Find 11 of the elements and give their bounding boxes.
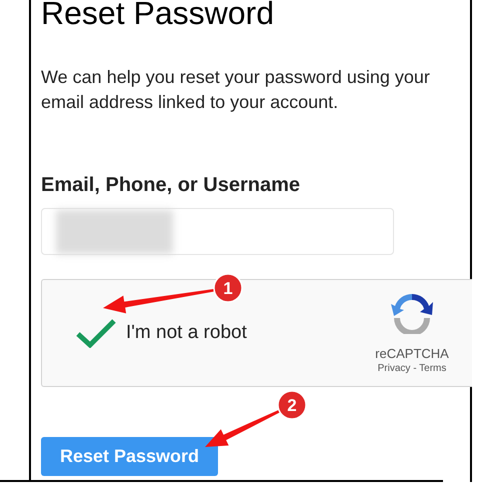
callout-badge <box>277 390 307 420</box>
callout-number: 1 <box>223 279 233 298</box>
captcha-links[interactable]: Privacy - Terms <box>378 362 446 376</box>
field-label: Email, Phone, or Username <box>41 173 300 197</box>
callout-number: 2 <box>287 396 297 415</box>
page-title: Reset Password <box>41 0 274 29</box>
intro-text: We can help you reset your password using your email address linked to your account. <box>41 66 431 114</box>
captcha-brand: reCAPTCHA <box>375 346 449 362</box>
checkmark-icon[interactable] <box>76 318 116 348</box>
captcha-label: I'm not a robot <box>126 320 247 345</box>
input-field[interactable] <box>41 208 394 255</box>
